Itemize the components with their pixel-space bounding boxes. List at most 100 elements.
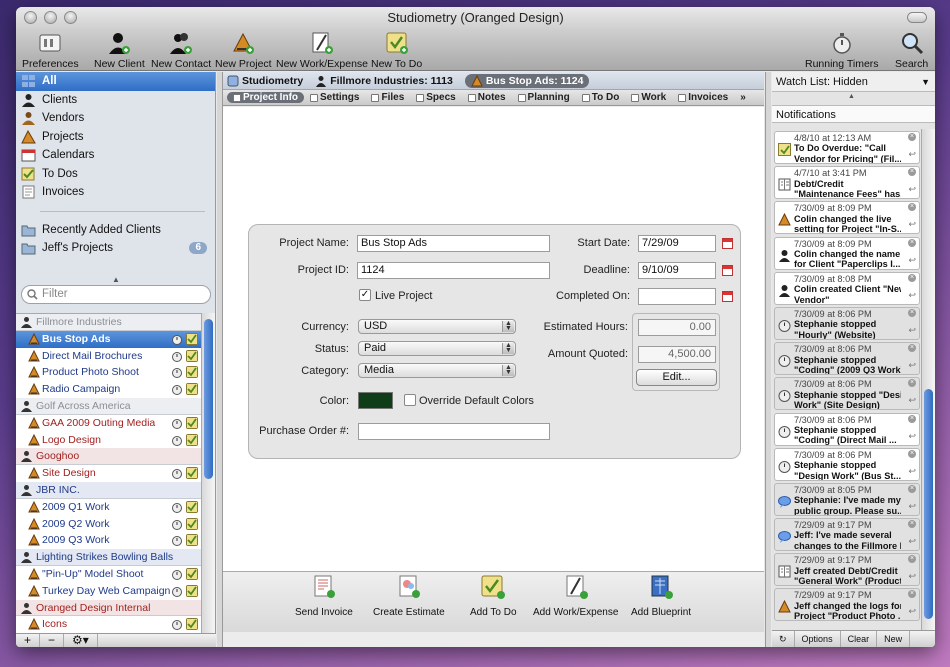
add-todo-button[interactable]: Add To Do	[470, 574, 517, 618]
tab-planning[interactable]: Planning	[512, 92, 576, 103]
go-to-arrow-icon[interactable]: ↩	[908, 149, 916, 159]
notification-item[interactable]: 4/8/10 at 12:13 AM To Do Overdue: "Call Ve…	[774, 131, 920, 164]
go-to-arrow-icon[interactable]: ↩	[908, 606, 916, 616]
tab-invoices[interactable]: Invoices	[672, 92, 734, 103]
todo-check-icon[interactable]	[186, 366, 198, 379]
options-button[interactable]: Options	[795, 631, 841, 647]
breadcrumb-client[interactable]: Fillmore Industries: 1113	[315, 75, 453, 87]
notification-item[interactable]: 7/30/09 at 8:06 PM Stephanie stopped "Desi…	[774, 447, 920, 481]
new-project-button[interactable]: New Project	[215, 31, 272, 70]
remove-button[interactable]: −	[40, 634, 65, 647]
dismiss-icon[interactable]: ×	[908, 555, 916, 564]
dismiss-icon[interactable]: ×	[908, 449, 916, 458]
override-colors-checkbox[interactable]	[404, 394, 416, 406]
purchase-order-field[interactable]	[358, 423, 550, 440]
go-to-arrow-icon[interactable]: ↩	[908, 360, 916, 370]
add-button[interactable]: +	[16, 634, 41, 647]
close-button[interactable]	[24, 11, 37, 24]
estimated-hours-field[interactable]: 0.00	[638, 319, 716, 336]
go-to-arrow-icon[interactable]: ↩	[908, 219, 916, 229]
timer-icon[interactable]	[171, 383, 183, 396]
status-select[interactable]: Paid ▲ ▼	[358, 341, 516, 356]
dismiss-icon[interactable]: ×	[908, 203, 916, 212]
go-to-arrow-icon[interactable]: ↩	[908, 184, 916, 194]
project-row[interactable]: "Pin-Up" Model Shoot	[16, 566, 202, 583]
running-timers-button[interactable]: Running Timers	[805, 31, 879, 70]
notification-item[interactable]: 7/30/09 at 8:05 PM Stephanie: I've made m…	[774, 482, 920, 516]
tab-work[interactable]: Work	[625, 92, 672, 103]
todo-check-icon[interactable]	[186, 416, 198, 429]
tab-to-do[interactable]: To Do	[576, 92, 626, 103]
dismiss-icon[interactable]: ×	[908, 344, 916, 353]
dismiss-icon[interactable]: ×	[908, 273, 916, 282]
project-row[interactable]: Logo Design	[16, 432, 202, 449]
client-group-header[interactable]: Golf Across America	[16, 397, 202, 415]
source-clients[interactable]: Clients	[16, 91, 215, 110]
notifications-scrollbar[interactable]	[921, 129, 935, 634]
new-button[interactable]: New	[877, 631, 911, 647]
source-vendors[interactable]: Vendors	[16, 109, 215, 128]
todo-check-icon[interactable]	[186, 534, 198, 547]
go-to-arrow-icon[interactable]: ↩	[908, 466, 916, 476]
go-to-arrow-icon[interactable]: ↩	[908, 431, 916, 441]
client-group-header[interactable]: JBR INC.	[16, 481, 202, 499]
todo-check-icon[interactable]	[186, 500, 198, 513]
project-row[interactable]: 2009 Q2 Work	[16, 516, 202, 533]
color-well[interactable]	[358, 392, 393, 409]
source-all[interactable]: All	[16, 72, 215, 91]
tab-overflow-icon[interactable]: »	[734, 92, 752, 103]
new-work-expense-button[interactable]: New Work/Expense	[276, 31, 368, 70]
start-date-field[interactable]: 7/29/09	[638, 235, 716, 252]
dismiss-icon[interactable]: ×	[908, 379, 916, 388]
notification-item[interactable]: 7/30/09 at 8:08 PM Colin created Client "…	[774, 271, 920, 305]
smart-group-recent-clients[interactable]: Recently Added Clients	[16, 221, 215, 240]
tab-settings[interactable]: Settings	[304, 92, 365, 103]
scroll-thumb[interactable]	[204, 319, 213, 479]
tree-scrollbar[interactable]	[201, 313, 215, 635]
collapse-arrow-icon[interactable]: ▲	[848, 93, 855, 100]
notification-item[interactable]: 7/30/09 at 8:09 PM Colin changed the name…	[774, 236, 920, 270]
breadcrumb-root[interactable]: Studiometry	[227, 75, 303, 87]
dismiss-icon[interactable]: ×	[908, 238, 916, 247]
filter-input[interactable]: Filter	[21, 285, 211, 304]
dismiss-icon[interactable]: ×	[908, 484, 916, 493]
todo-check-icon[interactable]	[186, 584, 198, 597]
edit-button[interactable]: Edit...	[636, 369, 717, 386]
timer-icon[interactable]	[171, 534, 183, 547]
clear-button[interactable]: Clear	[841, 631, 878, 647]
client-group-header[interactable]: Googhoo	[16, 448, 202, 466]
project-row[interactable]: 2009 Q1 Work	[16, 499, 202, 516]
search-button[interactable]: Search	[895, 31, 928, 70]
timer-icon[interactable]	[171, 417, 183, 429]
timer-icon[interactable]	[171, 434, 183, 446]
timer-icon[interactable]	[171, 501, 183, 513]
timer-icon[interactable]	[171, 333, 183, 345]
project-name-field[interactable]: Bus Stop Ads	[357, 235, 550, 252]
timer-icon[interactable]	[171, 366, 183, 379]
refresh-button[interactable]: ↻	[772, 631, 795, 647]
dismiss-icon[interactable]: ×	[908, 520, 916, 529]
todo-check-icon[interactable]	[186, 383, 198, 396]
action-menu-button[interactable]: ⚙▾	[64, 634, 98, 647]
add-blueprint-button[interactable]: Add Blueprint	[631, 574, 691, 618]
add-work-expense-button[interactable]: Add Work/Expense	[533, 574, 618, 618]
todo-check-icon[interactable]	[186, 618, 198, 631]
notification-item[interactable]: 4/7/10 at 3:41 PM Debt/Credit "Maintenance…	[774, 166, 920, 200]
go-to-arrow-icon[interactable]: ↩	[908, 571, 916, 581]
project-row[interactable]: Direct Mail Brochures	[16, 348, 202, 365]
project-row[interactable]: Product Photo Shoot	[16, 364, 202, 381]
disclosure-triangle-icon[interactable]: ▼	[921, 72, 930, 92]
live-project-checkbox[interactable]: ✓	[359, 289, 371, 301]
currency-select[interactable]: USD ▲ ▼	[358, 319, 516, 334]
source-todos[interactable]: To Dos	[16, 165, 215, 184]
scroll-thumb[interactable]	[924, 389, 933, 619]
dismiss-icon[interactable]: ×	[908, 308, 916, 317]
tab-project-info[interactable]: Project Info	[227, 92, 305, 103]
right-splitter[interactable]	[765, 72, 771, 647]
preferences-button[interactable]: Preferences	[22, 31, 79, 70]
notification-item[interactable]: 7/30/09 at 8:06 PM Stephanie stopped "Des…	[774, 377, 920, 411]
client-group-header[interactable]: Fillmore Industries	[16, 314, 202, 331]
notification-item[interactable]: 7/30/09 at 8:06 PM Stephanie stopped "Codi…	[774, 412, 920, 446]
smart-group-jeffs-projects[interactable]: Jeff's Projects 6	[16, 239, 215, 258]
go-to-arrow-icon[interactable]: ↩	[908, 290, 916, 300]
